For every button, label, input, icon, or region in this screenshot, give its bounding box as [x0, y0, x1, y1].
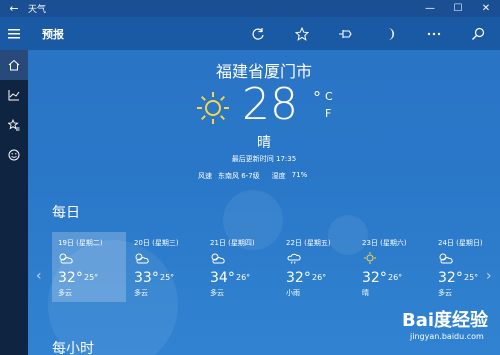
day-high-temp: 32° — [362, 270, 387, 286]
current-details: 风速 东南风 6-7级 湿度 71% — [198, 171, 307, 181]
humidity-label: 湿度 — [271, 172, 286, 180]
day-date: 19日 (星期二) — [58, 239, 103, 247]
day-low-temp: 26° — [236, 273, 251, 282]
back-arrow-icon[interactable]: ← — [0, 2, 28, 15]
partly-cloudy-icon — [135, 253, 149, 264]
sidebar-feedback-smiley-icon[interactable] — [0, 140, 28, 170]
window-titlebar: ← 天气 — ☐ ✕ — [0, 0, 500, 17]
day-low-temp: 25° — [160, 273, 175, 282]
sidebar-home-icon[interactable] — [0, 50, 28, 80]
day-condition: 多云 — [210, 289, 224, 297]
watermark-brand: Bai度经验 — [402, 310, 489, 331]
day-high-temp: 32° — [438, 270, 463, 286]
sunny-icon — [364, 252, 376, 264]
minimize-icon[interactable]: — — [416, 3, 444, 14]
pin-icon[interactable] — [324, 17, 368, 50]
sidebar — [0, 50, 28, 355]
hourly-section-title: 每小时 — [52, 341, 94, 355]
day-high-temp: 32° — [58, 270, 83, 286]
day-date: 22日 (星期五) — [286, 239, 331, 247]
day-date: 23日 (星期六) — [362, 239, 407, 247]
light-rain-icon — [287, 253, 301, 264]
last-updated: 最后更新时间 17:35 — [231, 155, 297, 163]
moon-icon[interactable] — [368, 17, 412, 50]
app-toolbar: 预报 — [0, 17, 500, 50]
refresh-icon[interactable] — [236, 17, 280, 50]
day-high-temp: 34° — [210, 270, 235, 286]
menu-icon[interactable] — [0, 17, 28, 50]
scroll-left-icon[interactable]: ‹ — [36, 268, 42, 284]
day-card[interactable]: 20日 (星期三) 33° 25° 多云 — [128, 232, 202, 302]
day-low-temp: 25° — [464, 273, 479, 282]
day-card[interactable]: 21日 (星期四) 34° 26° 多云 — [204, 232, 278, 302]
current-temperature: 28 — [242, 79, 298, 130]
partly-cloudy-icon — [211, 253, 225, 264]
day-high-temp: 32° — [286, 270, 311, 286]
sidebar-favorites-icon[interactable] — [0, 110, 28, 140]
day-condition: 小雨 — [286, 289, 300, 297]
day-condition: 晴 — [362, 289, 369, 297]
baidu-jingyan-watermark: Bai度经验 jingyan.baidu.com — [396, 300, 500, 355]
day-card[interactable]: 24日 (星期日) 32° 25° 多云 — [432, 232, 500, 302]
day-low-temp: 25° — [84, 273, 99, 282]
day-card[interactable]: 19日 (星期二) 32° 25° 多云 — [52, 232, 126, 302]
close-icon[interactable]: ✕ — [472, 3, 500, 14]
sunny-large-icon — [197, 92, 229, 124]
day-date: 21日 (星期四) — [210, 239, 255, 247]
more-options-icon[interactable] — [412, 17, 456, 50]
day-low-temp: 26° — [388, 273, 403, 282]
fahrenheit-toggle[interactable]: F — [325, 107, 331, 120]
maximize-icon[interactable]: ☐ — [444, 3, 472, 14]
day-card[interactable]: 22日 (星期五) 32° 26° 小雨 — [280, 232, 354, 302]
degree-symbol: ° — [313, 88, 321, 107]
search-icon[interactable] — [456, 17, 500, 50]
day-condition: 多云 — [58, 289, 72, 297]
favorite-star-icon[interactable] — [280, 17, 324, 50]
sidebar-historical-chart-icon[interactable] — [0, 80, 28, 110]
partly-cloudy-icon — [59, 253, 73, 264]
page-title: 预报 — [42, 27, 64, 41]
humidity-value: 71% — [291, 171, 308, 179]
watermark-url: jingyan.baidu.com — [410, 332, 484, 341]
day-date: 20日 (星期三) — [134, 239, 179, 247]
day-low-temp: 26° — [312, 273, 327, 282]
wind-value: 东南风 6-7级 — [218, 172, 260, 180]
celsius-toggle[interactable]: C — [325, 90, 333, 103]
day-date: 24日 (星期日) — [438, 239, 483, 247]
day-condition: 多云 — [134, 289, 148, 297]
daily-section-title: 每日 — [52, 205, 80, 221]
day-condition: 多云 — [438, 289, 452, 297]
current-condition: 晴 — [257, 135, 271, 151]
wind-label: 风速 — [198, 172, 212, 180]
partly-cloudy-icon — [439, 253, 453, 264]
window-title: 天气 — [28, 5, 47, 15]
day-high-temp: 33° — [134, 270, 159, 286]
day-card[interactable]: 23日 (星期六) 32° 26° 晴 — [356, 232, 430, 302]
